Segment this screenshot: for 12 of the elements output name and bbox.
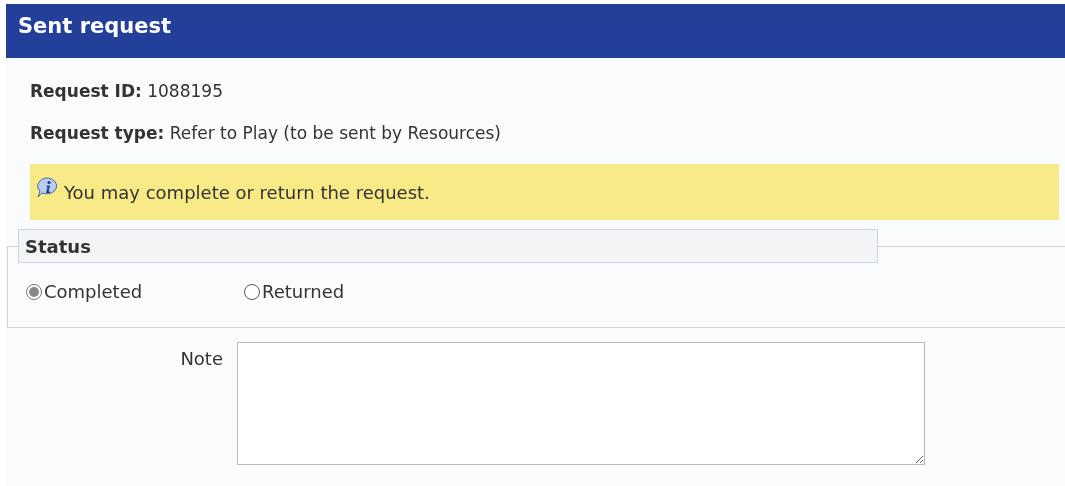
window-title: Sent request [6, 4, 1065, 58]
note-label: Note [179, 347, 223, 371]
status-legend: Status [18, 229, 878, 263]
note-field[interactable] [237, 342, 925, 465]
radio-option[interactable]: Completed [26, 281, 244, 302]
field-text: Request ID: 1088195 [30, 80, 224, 102]
field-text: Request type: Refer to Play (to be sent by Resources) [30, 122, 502, 144]
radio-button[interactable] [244, 283, 260, 300]
info-text: You may complete or return the request. [64, 181, 430, 203]
radio-option[interactable]: Returned [244, 281, 462, 302]
info-icon [36, 176, 60, 200]
radio-button[interactable] [26, 283, 42, 300]
